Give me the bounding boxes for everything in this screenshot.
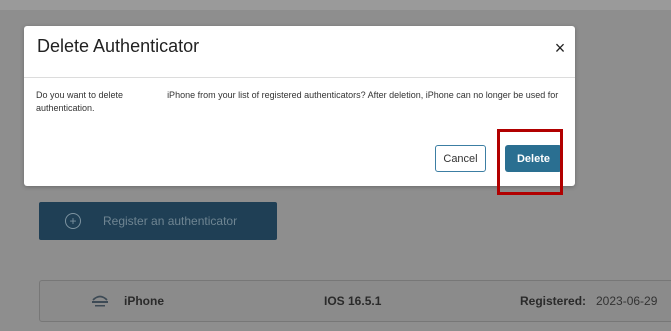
dialog-message: Do you want to delete iPhone from your li… bbox=[36, 89, 566, 115]
plus-circle-icon: + bbox=[65, 213, 81, 229]
dialog-message-part1: Do you want to delete bbox=[36, 90, 124, 100]
authenticator-row: iPhone IOS 16.5.1 Registered: 2023-06-29 bbox=[39, 280, 671, 322]
top-strip bbox=[0, 0, 671, 10]
device-icon bbox=[92, 295, 108, 307]
register-authenticator-button[interactable]: + Register an authenticator bbox=[39, 202, 277, 240]
authenticator-os: IOS 16.5.1 bbox=[324, 294, 382, 308]
registered-date: 2023-06-29 bbox=[596, 294, 658, 308]
delete-button[interactable]: Delete bbox=[505, 145, 562, 172]
registered-label: Registered: bbox=[520, 294, 587, 308]
delete-authenticator-dialog: Delete Authenticator × Do you want to de… bbox=[24, 26, 575, 186]
register-authenticator-label: Register an authenticator bbox=[103, 214, 238, 228]
dialog-divider bbox=[24, 77, 575, 78]
close-icon[interactable]: × bbox=[552, 39, 568, 57]
page: + Register an authenticator iPhone IOS 1… bbox=[0, 0, 671, 331]
dialog-title: Delete Authenticator bbox=[37, 36, 200, 56]
authenticator-name: iPhone bbox=[124, 294, 165, 308]
cancel-button[interactable]: Cancel bbox=[435, 145, 486, 172]
